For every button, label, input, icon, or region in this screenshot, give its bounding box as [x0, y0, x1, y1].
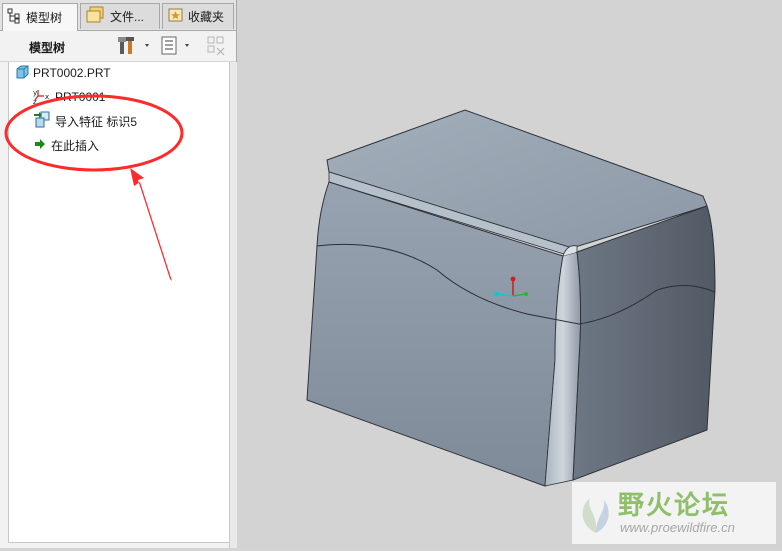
panel-tab-strip: 模型树 文件... 收藏夹 — [0, 0, 236, 31]
svg-text:x: x — [45, 93, 49, 101]
tab-favorites-label: 收藏夹 — [188, 10, 225, 24]
svg-text:y: y — [33, 89, 37, 97]
folder-icon — [85, 6, 107, 27]
watermark: 野火论坛 www.proewildfire.cn — [572, 482, 776, 544]
tree-filter-icon[interactable] — [160, 35, 196, 60]
watermark-url: www.proewildfire.cn — [620, 520, 735, 535]
model-tree-toolbar: 模型树 — [0, 31, 236, 62]
tree-item-insert-here[interactable]: 在此插入 — [33, 136, 99, 154]
tab-file-browser[interactable]: 文件... — [80, 3, 160, 29]
tree-structure-icon — [7, 8, 23, 27]
import-feature-icon — [33, 111, 51, 132]
panel-scrollbar[interactable] — [229, 62, 237, 548]
tree-item-label: 在此插入 — [51, 138, 100, 153]
model-tree-panel: 模型树 文件... 收藏夹 模型树 PRT0002.PRT y x z PRT0… — [0, 0, 237, 548]
tree-item-csys[interactable]: y x z PRT0001 — [33, 88, 105, 106]
graphics-viewport[interactable] — [237, 0, 782, 548]
tab-file-browser-label: 文件... — [110, 10, 145, 24]
tree-item-label: PRT0002.PRT — [33, 66, 111, 80]
watermark-title: 野火论坛 — [618, 490, 731, 520]
tree-item-label: PRT0001 — [55, 90, 106, 104]
model-tree: PRT0002.PRT y x z PRT0001 导入特征 标识5 在此插入 — [8, 62, 234, 543]
insert-here-arrow-icon — [33, 137, 47, 154]
tree-settings-icon[interactable] — [117, 35, 153, 60]
columns-icon[interactable] — [206, 35, 228, 60]
watermark-logo-icon — [576, 488, 616, 541]
tree-item-label: 导入特征 标识5 — [55, 114, 138, 129]
part-icon — [15, 65, 29, 82]
tree-item-root-part[interactable]: PRT0002.PRT — [15, 64, 111, 82]
csys-icon: y x z — [33, 87, 51, 108]
tree-item-import-feature[interactable]: 导入特征 标识5 — [33, 111, 138, 132]
model-side-face — [572, 205, 716, 481]
tab-model-tree-label: 模型树 — [26, 11, 63, 25]
tab-model-tree[interactable]: 模型树 — [2, 3, 78, 31]
toolbar-title: 模型树 — [29, 41, 66, 55]
model-3d-view — [306, 109, 716, 487]
tab-favorites[interactable]: 收藏夹 — [162, 3, 234, 29]
favorites-icon — [167, 7, 185, 26]
